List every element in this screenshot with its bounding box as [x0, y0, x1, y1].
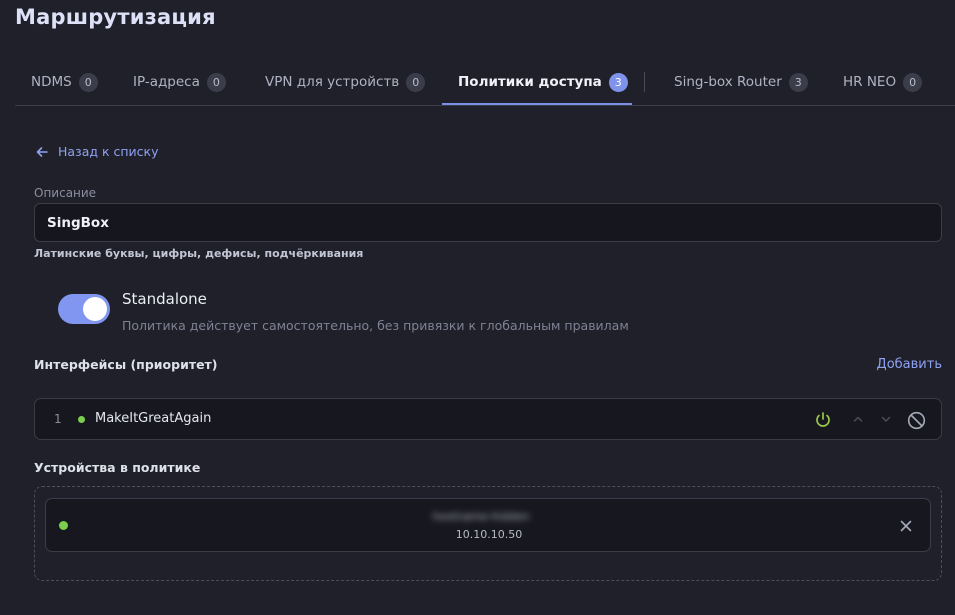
description-hint: Латинские буквы, цифры, дефисы, подчёрки…: [34, 247, 364, 260]
tab-ip-addresses[interactable]: IP-адреса 0: [133, 58, 226, 106]
devices-drop-zone[interactable]: hostname-hidden 10.10.10.50: [34, 486, 942, 581]
tab-count-badge: 3: [788, 72, 808, 92]
interface-row: 1 MakeItGreatAgain: [34, 398, 942, 440]
active-tab-indicator: [442, 103, 632, 105]
move-up-button[interactable]: [850, 411, 866, 427]
chevron-down-icon: [881, 416, 891, 422]
standalone-title: Standalone: [122, 290, 207, 308]
interface-name: MakeItGreatAgain: [95, 411, 212, 426]
move-down-button[interactable]: [878, 411, 894, 427]
tab-count-badge: 0: [206, 72, 226, 92]
tab-ndms[interactable]: NDMS 0: [31, 58, 98, 106]
standalone-description: Политика действует самостоятельно, без п…: [122, 318, 629, 333]
standalone-toggle[interactable]: [58, 294, 110, 324]
chevron-up-icon: [853, 416, 863, 422]
back-to-list-link[interactable]: Назад к списку: [35, 144, 159, 159]
disable-interface-button[interactable]: [905, 409, 927, 431]
tab-access-policies[interactable]: Политики доступа 3: [458, 58, 628, 106]
routing-page: Маршрутизация NDMS 0 IP-адреса 0 VPN для…: [0, 0, 955, 615]
interface-priority: 1: [54, 412, 62, 426]
description-input[interactable]: [34, 203, 942, 242]
add-interface-button[interactable]: Добавить: [877, 357, 942, 372]
power-toggle-button[interactable]: [812, 409, 834, 431]
tab-label: IP-адреса: [133, 74, 200, 90]
tab-label: Sing-box Router: [674, 74, 782, 90]
status-dot-icon: [78, 416, 85, 423]
tab-label: VPN для устройств: [265, 74, 400, 90]
tab-label: NDMS: [31, 74, 72, 90]
close-icon: [900, 520, 912, 532]
tab-count-badge: 0: [903, 72, 923, 92]
device-card: hostname-hidden 10.10.10.50: [45, 498, 931, 552]
block-icon: [907, 411, 925, 429]
tab-count-badge: 0: [406, 72, 426, 92]
device-ip: 10.10.10.50: [455, 528, 523, 541]
tab-count-badge: 3: [608, 72, 628, 92]
tab-vpn-devices[interactable]: VPN для устройств 0: [265, 58, 426, 106]
remove-device-button[interactable]: [896, 516, 916, 536]
tab-hr-neo[interactable]: HR NEO 0: [843, 58, 923, 106]
devices-section-label: Устройства в политике: [34, 460, 201, 475]
tab-label: Политики доступа: [458, 74, 602, 90]
interfaces-section-label: Интерфейсы (приоритет): [34, 357, 218, 372]
tab-bar: NDMS 0 IP-адреса 0 VPN для устройств 0 П…: [15, 58, 955, 106]
page-title: Маршрутизация: [15, 5, 216, 29]
back-link-label: Назад к списку: [58, 144, 159, 159]
power-icon: [816, 412, 830, 427]
arrow-left-icon: [36, 146, 48, 157]
tab-count-badge: 0: [78, 72, 98, 92]
tab-divider: [644, 72, 645, 92]
tab-label: HR NEO: [843, 74, 897, 90]
description-label: Описание: [34, 186, 97, 200]
toggle-knob: [83, 297, 107, 321]
tab-singbox-router[interactable]: Sing-box Router 3: [674, 58, 808, 106]
device-name: hostname-hidden: [432, 510, 530, 523]
